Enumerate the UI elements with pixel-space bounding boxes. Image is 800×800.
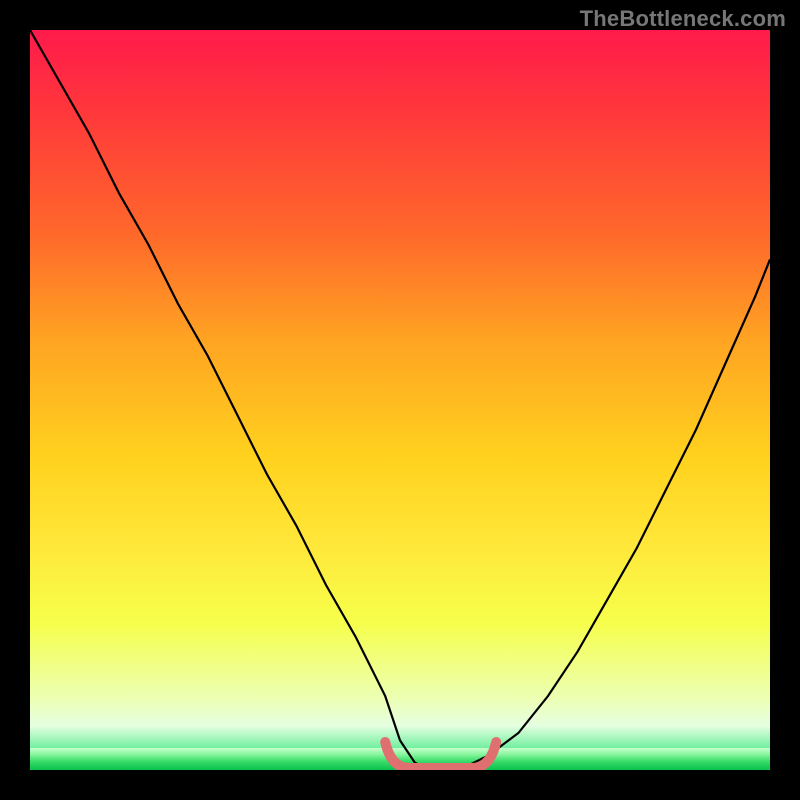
curve-svg	[30, 30, 770, 770]
optimal-bump	[385, 742, 496, 768]
watermark-text: TheBottleneck.com	[580, 6, 786, 32]
bottleneck-curve	[30, 30, 770, 770]
plot-area	[30, 30, 770, 770]
chart-frame: TheBottleneck.com	[0, 0, 800, 800]
